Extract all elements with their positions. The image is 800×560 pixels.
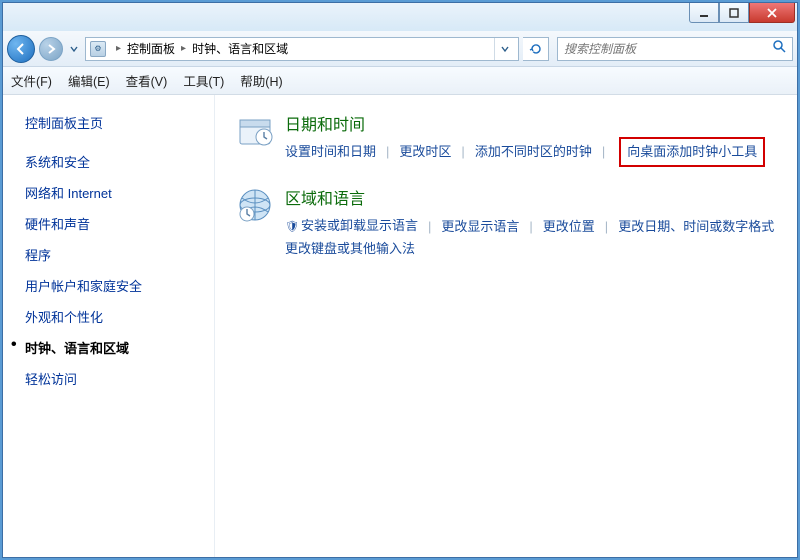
section: 日期和时间设置时间和日期|更改时区|添加不同时区的时钟|向桌面添加时钟小工具 <box>235 111 777 163</box>
sidebar-item[interactable]: 用户帐户和家庭安全 <box>25 270 214 301</box>
chevron-right-icon: ▸ <box>175 43 192 54</box>
globe-icon <box>235 185 275 225</box>
section-title[interactable]: 日期和时间 <box>285 111 777 135</box>
chevron-right-icon: ▸ <box>110 43 127 54</box>
menu-help[interactable]: 帮助(H) <box>240 71 282 90</box>
section: 区域和语言安装或卸载显示语言|更改显示语言|更改位置|更改日期、时间或数字格式更… <box>235 185 777 260</box>
menu-tools[interactable]: 工具(T) <box>183 71 224 90</box>
breadcrumb-item[interactable]: 时钟、语言和区域 <box>192 40 288 57</box>
search-icon <box>772 39 786 58</box>
refresh-button[interactable] <box>523 37 549 61</box>
forward-button[interactable] <box>39 37 63 61</box>
sidebar-item[interactable]: 网络和 Internet <box>25 177 214 208</box>
history-dropdown[interactable] <box>67 35 81 63</box>
minimize-button[interactable] <box>689 3 719 23</box>
search-box[interactable] <box>557 37 793 61</box>
task-link[interactable]: 更改时区 <box>399 141 451 163</box>
task-link[interactable]: 更改日期、时间或数字格式 <box>618 216 774 238</box>
sidebar-list: 系统和安全网络和 Internet硬件和声音程序用户帐户和家庭安全外观和个性化时… <box>25 146 214 394</box>
titlebar <box>3 3 797 31</box>
window: ⚙ ▸ 控制面板 ▸ 时钟、语言和区域 文件(F) 编辑(E) 查看(V) 工具… <box>2 2 798 558</box>
address-dropdown[interactable] <box>494 38 514 60</box>
separator: | <box>592 141 615 163</box>
section-title[interactable]: 区域和语言 <box>285 185 777 209</box>
sidebar: 控制面板主页 系统和安全网络和 Internet硬件和声音程序用户帐户和家庭安全… <box>3 95 215 557</box>
separator: | <box>519 216 542 238</box>
datetime-icon <box>235 111 275 151</box>
sidebar-item[interactable]: 程序 <box>25 239 214 270</box>
sidebar-heading[interactable]: 控制面板主页 <box>25 113 214 132</box>
control-panel-icon: ⚙ <box>90 41 106 57</box>
task-link[interactable]: 更改显示语言 <box>441 216 519 238</box>
section-body: 日期和时间设置时间和日期|更改时区|添加不同时区的时钟|向桌面添加时钟小工具 <box>285 111 777 163</box>
link-row: 安装或卸载显示语言|更改显示语言|更改位置|更改日期、时间或数字格式更改键盘或其… <box>285 215 777 260</box>
menu-file[interactable]: 文件(F) <box>11 71 52 90</box>
address-bar[interactable]: ⚙ ▸ 控制面板 ▸ 时钟、语言和区域 <box>85 37 519 61</box>
search-input[interactable] <box>564 42 772 56</box>
task-link[interactable]: 设置时间和日期 <box>285 141 376 163</box>
task-link[interactable]: 向桌面添加时钟小工具 <box>627 144 757 159</box>
sidebar-item[interactable]: 硬件和声音 <box>25 208 214 239</box>
task-link[interactable]: 安装或卸载显示语言 <box>285 215 418 238</box>
task-link[interactable]: 添加不同时区的时钟 <box>475 141 592 163</box>
task-link[interactable]: 更改位置 <box>543 216 595 238</box>
window-controls <box>689 3 795 23</box>
navbar: ⚙ ▸ 控制面板 ▸ 时钟、语言和区域 <box>3 31 797 67</box>
close-button[interactable] <box>749 3 795 23</box>
maximize-button[interactable] <box>719 3 749 23</box>
separator: | <box>418 216 441 238</box>
separator: | <box>595 216 618 238</box>
section-body: 区域和语言安装或卸载显示语言|更改显示语言|更改位置|更改日期、时间或数字格式更… <box>285 185 777 260</box>
back-button[interactable] <box>7 35 35 63</box>
menu-view[interactable]: 查看(V) <box>126 71 168 90</box>
menu-edit[interactable]: 编辑(E) <box>68 71 110 90</box>
highlighted-link: 向桌面添加时钟小工具 <box>619 137 765 167</box>
body: 控制面板主页 系统和安全网络和 Internet硬件和声音程序用户帐户和家庭安全… <box>3 95 797 557</box>
sidebar-item[interactable]: 轻松访问 <box>25 363 214 394</box>
separator: | <box>451 141 474 163</box>
task-link[interactable]: 更改键盘或其他输入法 <box>285 238 415 260</box>
content: 日期和时间设置时间和日期|更改时区|添加不同时区的时钟|向桌面添加时钟小工具区域… <box>215 95 797 557</box>
sidebar-item[interactable]: 外观和个性化 <box>25 301 214 332</box>
sidebar-item[interactable]: 时钟、语言和区域 <box>25 332 214 363</box>
link-row: 设置时间和日期|更改时区|添加不同时区的时钟|向桌面添加时钟小工具 <box>285 141 777 163</box>
separator: | <box>376 141 399 163</box>
breadcrumb-item[interactable]: 控制面板 <box>127 40 175 57</box>
sidebar-item[interactable]: 系统和安全 <box>25 146 214 177</box>
menubar: 文件(F) 编辑(E) 查看(V) 工具(T) 帮助(H) <box>3 67 797 95</box>
